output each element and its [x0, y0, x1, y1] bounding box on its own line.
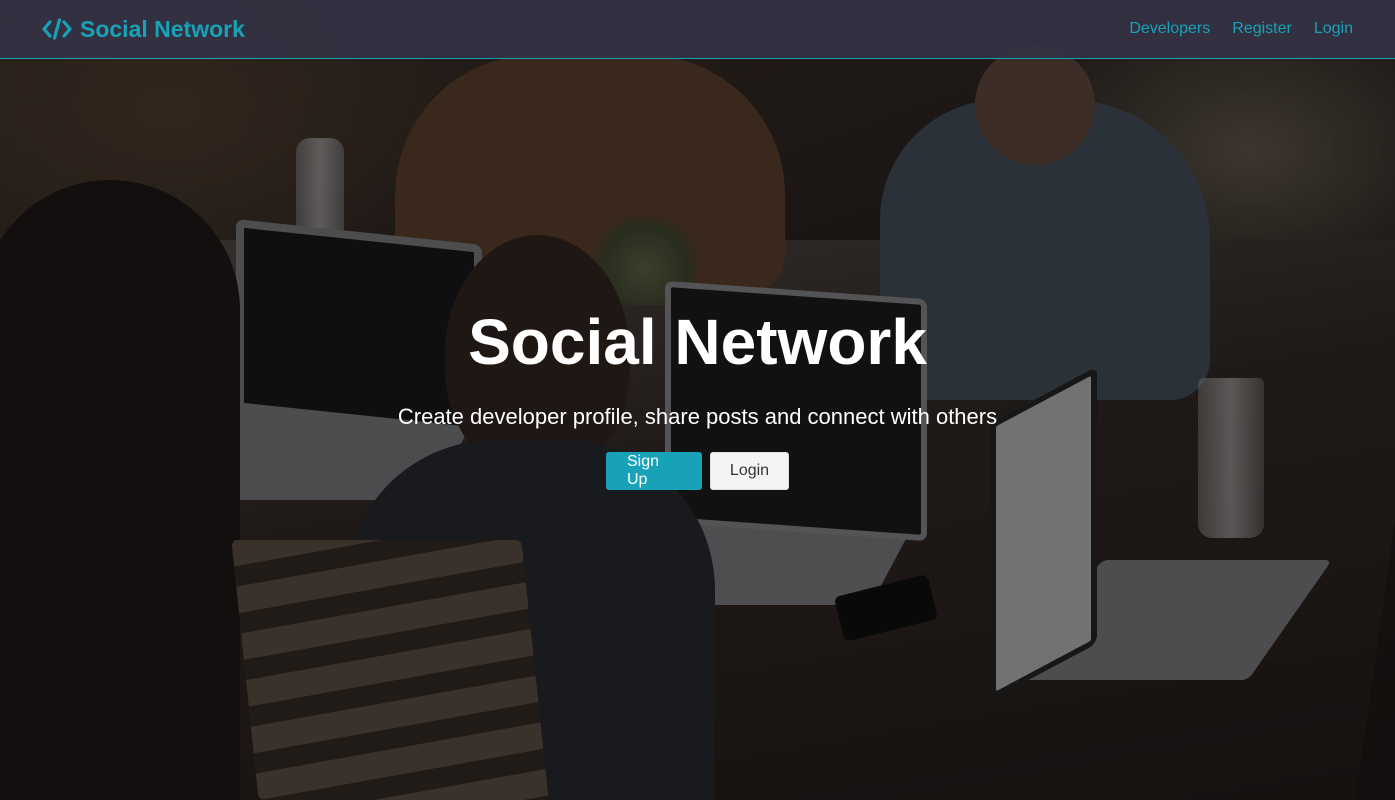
nav-link-developers[interactable]: Developers	[1129, 20, 1210, 38]
sign-up-button[interactable]: Sign Up	[606, 452, 702, 490]
nav-link-login[interactable]: Login	[1314, 20, 1353, 38]
hero-lead: Create developer profile, share posts an…	[397, 404, 998, 429]
navbar: Social Network Developers Register Login	[0, 0, 1395, 59]
hero-section: Social Network Create developer profile,…	[0, 59, 1395, 800]
hero-title: Social Network	[468, 306, 927, 378]
nav-link-register[interactable]: Register	[1232, 20, 1292, 38]
code-icon	[42, 18, 72, 40]
nav-links: Developers Register Login	[1129, 20, 1353, 38]
brand-link[interactable]: Social Network	[42, 16, 245, 43]
landing-page: Social Network Developers Register Login…	[0, 0, 1395, 800]
login-button[interactable]: Login	[710, 452, 789, 490]
hero-buttons: Sign Up Login	[0, 452, 1395, 490]
brand-label: Social Network	[80, 15, 245, 42]
